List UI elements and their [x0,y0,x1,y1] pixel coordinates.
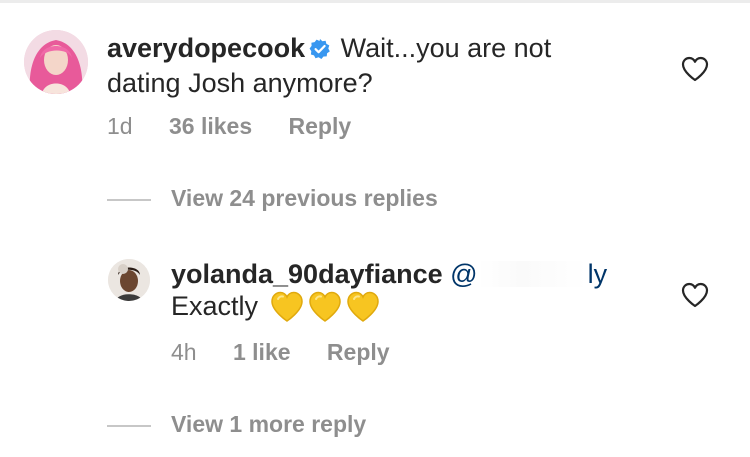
view-more-replies-label: View 1 more reply [171,411,367,437]
mention-suffix: ly [587,259,608,289]
reply-text-line-2: Exactly [171,290,651,330]
reply-reply-button[interactable]: Reply [327,339,390,366]
reply-text: Exactly [171,291,259,321]
reply-meta: 4h 1 like Reply [171,339,390,366]
comment-meta: 1d 36 likes Reply [107,113,351,140]
replies-divider [107,198,151,201]
comment-likes[interactable]: 36 likes [169,113,252,140]
mention-prefix: @ [450,259,478,289]
comment-username[interactable]: averydopecook [107,33,305,63]
yellow-heart-icon [346,291,380,330]
reply-mention[interactable]: @ ly [450,259,607,289]
top-divider [0,0,750,3]
like-heart-icon[interactable] [680,55,710,83]
reply-avatar[interactable] [108,259,150,301]
yellow-heart-icon [270,291,304,330]
reply-text-line-1: yolanda_90dayfiance @ ly [171,258,651,290]
comment-time: 1d [107,113,133,139]
comment-body: averydopecook Wait...you are not dating … [107,30,667,99]
view-more-replies-button[interactable]: View 1 more reply [107,411,366,438]
comment-text-line-1: averydopecook Wait...you are not [107,32,667,67]
view-previous-replies-button[interactable]: View 24 previous replies [107,185,438,212]
replies-divider [107,424,151,427]
comment-text-line-2: dating Josh anymore? [107,67,667,99]
comment-text-continued: dating Josh anymore? [107,68,373,98]
yellow-heart-icon [308,291,342,330]
avatar[interactable] [24,30,88,94]
view-previous-replies-label: View 24 previous replies [171,185,438,211]
reply-like-heart-icon[interactable] [680,281,710,309]
comment-reply-button[interactable]: Reply [289,113,352,140]
redacted-mention [477,261,588,287]
reply-body: yolanda_90dayfiance @ ly Exactly [171,258,651,330]
reply-time: 4h [171,339,197,365]
reply-likes[interactable]: 1 like [233,339,291,366]
verified-badge-icon [309,35,331,67]
comment-text: Wait...you are not [340,33,552,63]
reply-username[interactable]: yolanda_90dayfiance [171,259,443,289]
